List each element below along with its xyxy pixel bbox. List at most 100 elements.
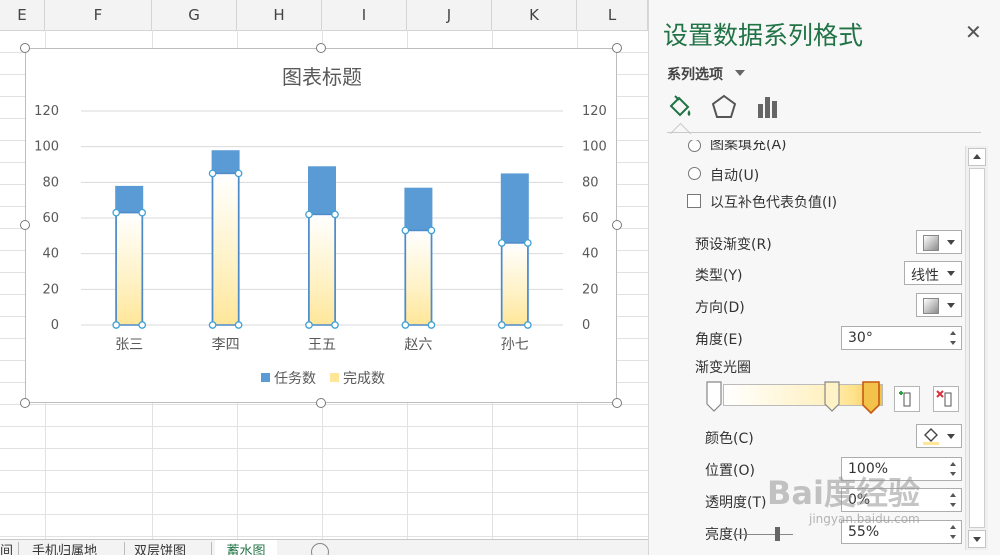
angle-input[interactable]: 30° xyxy=(841,326,962,350)
remove-gradient-stop-button[interactable] xyxy=(933,386,959,412)
selection-handle xyxy=(234,321,243,329)
add-gradient-stop-button[interactable] xyxy=(894,386,920,412)
pentagon-icon[interactable] xyxy=(709,92,739,122)
sheet-tab-bar: 间 手机归属地 双层饼图 蓄水图 xyxy=(0,539,648,555)
selection-handle xyxy=(112,321,121,329)
scroll-down-button[interactable] xyxy=(968,530,986,548)
sheet-tab-3[interactable]: 双层饼图 xyxy=(134,540,204,555)
tab-divider xyxy=(124,542,125,555)
brightness-value: 55% xyxy=(848,524,880,540)
direction-swatch-icon xyxy=(923,298,939,314)
selection-handle xyxy=(305,210,313,219)
type-value: 线性 xyxy=(911,268,939,284)
spin-up-icon[interactable] xyxy=(950,331,956,335)
gradient-stop-2[interactable] xyxy=(823,380,841,414)
sheet-tab-active[interactable]: 蓄水图 xyxy=(215,540,277,555)
selection-handle xyxy=(305,321,313,329)
direction-label: 方向(D) xyxy=(695,300,745,316)
y-axis-tick-label: 20 xyxy=(42,282,59,297)
y-axis-tick-label: 100 xyxy=(34,140,59,155)
resize-handle-top-left[interactable] xyxy=(20,43,30,53)
auto-fill-label: 自动(U) xyxy=(710,168,760,184)
y-axis-tick-label: 40 xyxy=(42,247,59,262)
chevron-down-icon[interactable] xyxy=(735,70,745,76)
selection-handle xyxy=(427,226,436,235)
secondary-y-axis-tick-label: 40 xyxy=(582,247,599,262)
paint-bucket-icon[interactable] xyxy=(665,92,695,122)
spin-down-icon[interactable] xyxy=(950,472,956,476)
gradient-swatch-icon xyxy=(923,235,939,251)
column-header-f[interactable]: F xyxy=(45,0,152,30)
selection-handle xyxy=(208,169,217,178)
panel-scrollbar[interactable] xyxy=(965,146,988,550)
color-label: 颜色(C) xyxy=(705,431,754,447)
sheet-tab-1[interactable]: 间 xyxy=(0,540,14,555)
invert-if-negative-checkbox[interactable] xyxy=(687,194,701,208)
chart-area[interactable]: 图表标题 0 0 20 20 40 40 60 60 80 80 100 100 120 120 张三 李四王… xyxy=(25,48,617,403)
completed-bar xyxy=(308,213,336,326)
spin-up-icon[interactable] xyxy=(950,462,956,466)
direction-dropdown[interactable] xyxy=(916,293,962,317)
scroll-up-button[interactable] xyxy=(968,148,986,166)
x-axis-category-label: 王五 xyxy=(308,337,336,353)
spin-up-icon[interactable] xyxy=(950,493,956,497)
column-header-j[interactable]: J xyxy=(407,0,492,30)
type-dropdown[interactable]: 线性 xyxy=(904,261,962,285)
chart-plot[interactable]: 0 0 20 20 40 40 60 60 80 80 100 100 120 120 张三 李四 王五 赵六 孙七… xyxy=(26,49,618,404)
column-header-h[interactable]: H xyxy=(237,0,322,30)
column-header-i[interactable]: I xyxy=(322,0,407,30)
tab-divider xyxy=(211,542,212,555)
sheet-tab-2[interactable]: 手机归属地 xyxy=(32,540,118,555)
chevron-down-icon xyxy=(947,271,955,276)
brightness-slider-track[interactable] xyxy=(733,534,793,535)
gradient-stops-bar[interactable] xyxy=(723,384,883,406)
selection-handle xyxy=(401,226,410,235)
legend-label: 完成数 xyxy=(343,371,385,387)
selection-handle xyxy=(523,239,532,247)
bar-chart-icon[interactable] xyxy=(753,92,783,122)
x-axis-category-label: 孙七 xyxy=(501,337,529,353)
add-sheet-icon[interactable] xyxy=(311,543,329,555)
y-axis-tick-label: 60 xyxy=(42,211,59,226)
y-axis-tick-label: 120 xyxy=(34,104,59,119)
resize-handle-bottom-left[interactable] xyxy=(20,398,30,408)
resize-handle-bottom-right[interactable] xyxy=(612,398,622,408)
spin-down-icon[interactable] xyxy=(950,341,956,345)
grid-line-horizontal xyxy=(0,536,648,537)
selection-handle xyxy=(497,239,506,247)
selection-handle xyxy=(523,321,532,329)
spin-down-icon[interactable] xyxy=(950,503,956,507)
color-picker-dropdown[interactable] xyxy=(916,424,962,448)
spin-up-icon[interactable] xyxy=(950,525,956,529)
close-icon[interactable]: ✕ xyxy=(965,20,982,44)
column-header-k[interactable]: K xyxy=(492,0,577,30)
column-header-l[interactable]: L xyxy=(577,0,648,30)
invert-if-negative-label: 以互补色代表负值(I) xyxy=(710,195,838,211)
brightness-slider-thumb[interactable] xyxy=(775,527,780,541)
watermark-url: jingyan.baidu.com xyxy=(809,512,920,526)
resize-handle-top-right[interactable] xyxy=(612,43,622,53)
scrollbar-thumb[interactable] xyxy=(969,168,985,528)
x-axis-category-label: 赵六 xyxy=(404,337,432,353)
gradient-stop-1[interactable] xyxy=(705,380,723,414)
auto-fill-radio[interactable] xyxy=(688,167,701,180)
spin-down-icon[interactable] xyxy=(950,535,956,539)
selection-handle xyxy=(112,208,121,217)
column-header-g[interactable]: G xyxy=(152,0,237,30)
chevron-down-icon xyxy=(973,537,981,542)
tab-divider xyxy=(18,542,19,555)
resize-handle-top[interactable] xyxy=(316,43,326,53)
grid-line-horizontal xyxy=(0,470,648,471)
column-header-e[interactable]: E xyxy=(0,0,45,30)
completed-bar xyxy=(501,242,529,326)
legend-label: 任务数 xyxy=(274,371,316,387)
gradient-stop-selected[interactable] xyxy=(861,380,881,416)
resize-handle-right[interactable] xyxy=(612,220,622,230)
pattern-fill-radio[interactable] xyxy=(688,140,701,152)
resize-handle-left[interactable] xyxy=(20,220,30,230)
resize-handle-bottom[interactable] xyxy=(316,398,326,408)
series-options-dropdown[interactable]: 系列选项 xyxy=(667,64,723,84)
preset-gradient-dropdown[interactable] xyxy=(916,230,962,254)
chevron-down-icon xyxy=(947,303,955,308)
spreadsheet-area[interactable]: E F G H I J K L 间 手机归属地 双层饼图 蓄水图 图表标题 00… xyxy=(0,0,648,555)
